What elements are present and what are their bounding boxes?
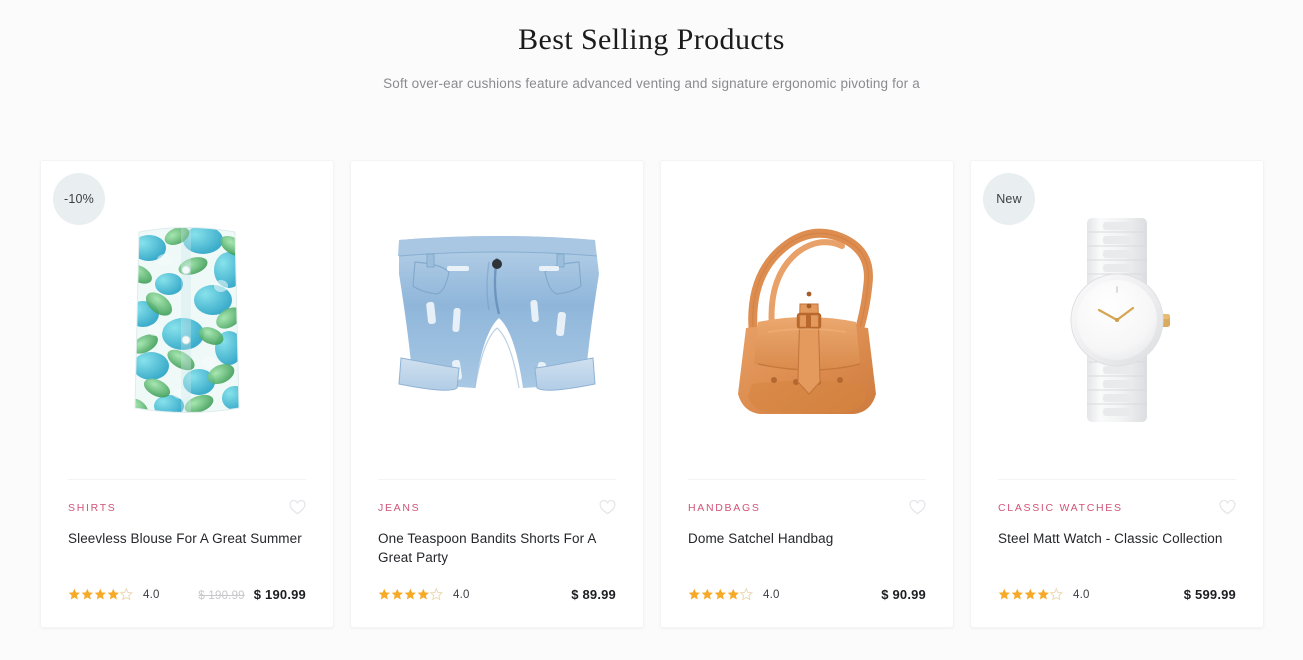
product-card[interactable]: HANDBAGS Dome Satchel Handbag 4.0 $ 90.9… (660, 160, 954, 628)
denim-shorts-image[interactable] (351, 161, 643, 479)
divider (378, 479, 616, 480)
rating-price-row: 4.0 $ 190.99 $ 190.99 (68, 587, 306, 602)
rating-value: 4.0 (143, 588, 160, 601)
star-rating-icon (68, 588, 134, 601)
heart-outline-icon[interactable] (599, 499, 616, 515)
product-grid: -10% SHIRTS Sleevless Blouse For A Great… (40, 160, 1264, 628)
product-category[interactable]: JEANS (378, 500, 420, 515)
old-price: $ 190.99 (198, 590, 245, 602)
product-category[interactable]: CLASSIC WATCHES (998, 500, 1123, 515)
current-price: $ 90.99 (881, 587, 926, 602)
star-rating-icon (378, 588, 444, 601)
rating-value: 4.0 (1073, 588, 1090, 601)
product-category[interactable]: HANDBAGS (688, 500, 761, 515)
tan-satchel-handbag-image[interactable] (661, 161, 953, 479)
page-title: Best Selling Products (518, 23, 785, 56)
category-row: HANDBAGS (688, 499, 926, 515)
new-badge: New (983, 173, 1035, 225)
product-title[interactable]: Steel Matt Watch - Classic Collection (998, 529, 1236, 567)
product-category[interactable]: SHIRTS (68, 500, 117, 515)
product-title[interactable]: One Teaspoon Bandits Shorts For A Great … (378, 529, 616, 567)
divider (68, 479, 306, 480)
rating-group: 4.0 (688, 588, 780, 601)
divider (688, 479, 926, 480)
rating-price-row: 4.0 $ 599.99 (998, 587, 1236, 602)
price-group: $ 90.99 (881, 587, 926, 602)
product-card[interactable]: New CLASSIC WATCHES Steel Matt Watch - C… (970, 160, 1264, 628)
heart-outline-icon[interactable] (289, 499, 306, 515)
category-row: SHIRTS (68, 499, 306, 515)
product-info: CLASSIC WATCHES Steel Matt Watch - Class… (971, 479, 1263, 602)
star-rating-icon (688, 588, 754, 601)
product-info: SHIRTS Sleevless Blouse For A Great Summ… (41, 479, 333, 602)
product-title[interactable]: Sleevless Blouse For A Great Summer (68, 529, 306, 567)
best-selling-products-section: Best Selling Products Soft over-ear cush… (0, 0, 1303, 660)
star-rating-icon (998, 588, 1064, 601)
current-price: $ 599.99 (1183, 587, 1236, 602)
product-info: JEANS One Teaspoon Bandits Shorts For A … (351, 479, 643, 602)
product-card[interactable]: -10% SHIRTS Sleevless Blouse For A Great… (40, 160, 334, 628)
section-subtitle: Soft over-ear cushions feature advanced … (383, 76, 920, 91)
price-group: $ 190.99 $ 190.99 (198, 587, 306, 602)
rating-group: 4.0 (68, 588, 160, 601)
section-header: Best Selling Products Soft over-ear cush… (0, 0, 1303, 94)
rating-price-row: 4.0 $ 89.99 (378, 587, 616, 602)
rating-value: 4.0 (763, 588, 780, 601)
current-price: $ 190.99 (253, 587, 306, 602)
current-price: $ 89.99 (571, 587, 616, 602)
discount-badge: -10% (53, 173, 105, 225)
rating-group: 4.0 (998, 588, 1090, 601)
product-card[interactable]: JEANS One Teaspoon Bandits Shorts For A … (350, 160, 644, 628)
price-group: $ 89.99 (571, 587, 616, 602)
rating-price-row: 4.0 $ 90.99 (688, 587, 926, 602)
product-title[interactable]: Dome Satchel Handbag (688, 529, 926, 567)
rating-value: 4.0 (453, 588, 470, 601)
heart-outline-icon[interactable] (1219, 499, 1236, 515)
heart-outline-icon[interactable] (909, 499, 926, 515)
rating-group: 4.0 (378, 588, 470, 601)
category-row: JEANS (378, 499, 616, 515)
product-info: HANDBAGS Dome Satchel Handbag 4.0 $ 90.9… (661, 479, 953, 602)
price-group: $ 599.99 (1184, 587, 1236, 602)
category-row: CLASSIC WATCHES (998, 499, 1236, 515)
divider (998, 479, 1236, 480)
